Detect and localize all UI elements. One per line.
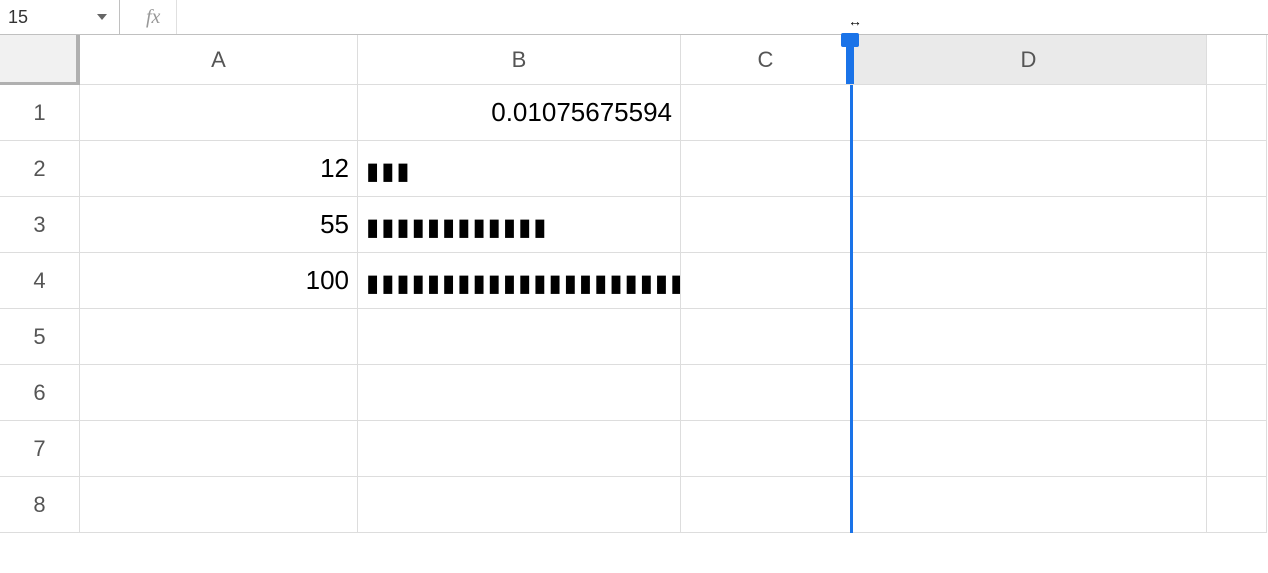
cell-C2[interactable] bbox=[681, 141, 851, 197]
select-all-corner[interactable] bbox=[0, 35, 80, 85]
column-headers-row: A B C ↔ D bbox=[0, 35, 1268, 85]
row-header-6[interactable]: 6 bbox=[0, 365, 80, 421]
spreadsheet-grid: A B C ↔ D 1 0.01075675594 2 bbox=[0, 35, 1268, 533]
column-header-A[interactable]: A bbox=[80, 35, 358, 85]
row-header-8[interactable]: 8 bbox=[0, 477, 80, 533]
row-2: 2 12 ▮▮▮ bbox=[0, 141, 1268, 197]
row-header-2[interactable]: 2 bbox=[0, 141, 80, 197]
sparkline-bar: ▮▮▮ bbox=[366, 157, 412, 181]
formula-input[interactable] bbox=[177, 0, 1268, 34]
row-7: 7 bbox=[0, 421, 1268, 477]
dropdown-icon[interactable] bbox=[97, 14, 107, 20]
resize-cursor-icon: ↔ bbox=[848, 13, 862, 29]
cell-A8[interactable] bbox=[80, 477, 358, 533]
cell-B3[interactable]: ▮▮▮▮▮▮▮▮▮▮▮▮ bbox=[358, 197, 681, 253]
cell-A3[interactable]: 55 bbox=[80, 197, 358, 253]
cell-C7[interactable] bbox=[681, 421, 851, 477]
cell-D4[interactable] bbox=[851, 253, 1207, 309]
cell-B1[interactable]: 0.01075675594 bbox=[358, 85, 681, 141]
cell-A6[interactable] bbox=[80, 365, 358, 421]
cell-D7[interactable] bbox=[851, 421, 1207, 477]
row-6: 6 bbox=[0, 365, 1268, 421]
cell-B8[interactable] bbox=[358, 477, 681, 533]
cell-D5[interactable] bbox=[851, 309, 1207, 365]
cell-E1[interactable] bbox=[1207, 85, 1267, 141]
column-header-B[interactable]: B bbox=[358, 35, 681, 85]
column-header-C[interactable]: C ↔ bbox=[681, 35, 851, 85]
cell-C8[interactable] bbox=[681, 477, 851, 533]
cell-D8[interactable] bbox=[851, 477, 1207, 533]
cell-B4[interactable]: ▮▮▮▮▮▮▮▮▮▮▮▮▮▮▮▮▮▮▮▮▮▮ bbox=[358, 253, 681, 309]
cell-A7[interactable] bbox=[80, 421, 358, 477]
formula-bar: 15 fx bbox=[0, 0, 1268, 35]
cell-A2[interactable]: 12 bbox=[80, 141, 358, 197]
cell-A4[interactable]: 100 bbox=[80, 253, 358, 309]
name-box-value: 15 bbox=[8, 7, 97, 28]
cell-E7[interactable] bbox=[1207, 421, 1267, 477]
sparkline-bar: ▮▮▮▮▮▮▮▮▮▮▮▮ bbox=[366, 213, 548, 237]
name-box[interactable]: 15 bbox=[0, 0, 120, 34]
row-4: 4 100 ▮▮▮▮▮▮▮▮▮▮▮▮▮▮▮▮▮▮▮▮▮▮ bbox=[0, 253, 1268, 309]
row-header-5[interactable]: 5 bbox=[0, 309, 80, 365]
column-header-D[interactable]: D bbox=[851, 35, 1207, 85]
cell-B6[interactable] bbox=[358, 365, 681, 421]
column-header-E[interactable] bbox=[1207, 35, 1267, 85]
row-1: 1 0.01075675594 bbox=[0, 85, 1268, 141]
row-5: 5 bbox=[0, 309, 1268, 365]
cell-E3[interactable] bbox=[1207, 197, 1267, 253]
cell-E8[interactable] bbox=[1207, 477, 1267, 533]
fx-area: fx bbox=[120, 0, 177, 34]
cell-C6[interactable] bbox=[681, 365, 851, 421]
cell-D2[interactable] bbox=[851, 141, 1207, 197]
row-8: 8 bbox=[0, 477, 1268, 533]
row-3: 3 55 ▮▮▮▮▮▮▮▮▮▮▮▮ bbox=[0, 197, 1268, 253]
cell-D6[interactable] bbox=[851, 365, 1207, 421]
cell-D3[interactable] bbox=[851, 197, 1207, 253]
row-header-7[interactable]: 7 bbox=[0, 421, 80, 477]
rows-container: 1 0.01075675594 2 12 ▮▮▮ 3 55 ▮▮▮▮▮▮▮▮▮▮… bbox=[0, 85, 1268, 533]
column-resize-vline bbox=[850, 85, 853, 533]
cell-A5[interactable] bbox=[80, 309, 358, 365]
cell-C5[interactable] bbox=[681, 309, 851, 365]
row-header-4[interactable]: 4 bbox=[0, 253, 80, 309]
fx-label: fx bbox=[126, 6, 170, 29]
cell-E5[interactable] bbox=[1207, 309, 1267, 365]
cell-C1[interactable] bbox=[681, 85, 851, 141]
cell-C4[interactable] bbox=[681, 253, 851, 309]
column-resize-grab[interactable] bbox=[841, 33, 859, 47]
cell-A1[interactable] bbox=[80, 85, 358, 141]
row-header-3[interactable]: 3 bbox=[0, 197, 80, 253]
cell-E4[interactable] bbox=[1207, 253, 1267, 309]
cell-D1[interactable] bbox=[851, 85, 1207, 141]
row-header-1[interactable]: 1 bbox=[0, 85, 80, 141]
cell-E2[interactable] bbox=[1207, 141, 1267, 197]
cell-B7[interactable] bbox=[358, 421, 681, 477]
cell-C3[interactable] bbox=[681, 197, 851, 253]
sparkline-bar: ▮▮▮▮▮▮▮▮▮▮▮▮▮▮▮▮▮▮▮▮▮▮ bbox=[366, 269, 681, 293]
cell-B2[interactable]: ▮▮▮ bbox=[358, 141, 681, 197]
cell-B5[interactable] bbox=[358, 309, 681, 365]
cell-E6[interactable] bbox=[1207, 365, 1267, 421]
